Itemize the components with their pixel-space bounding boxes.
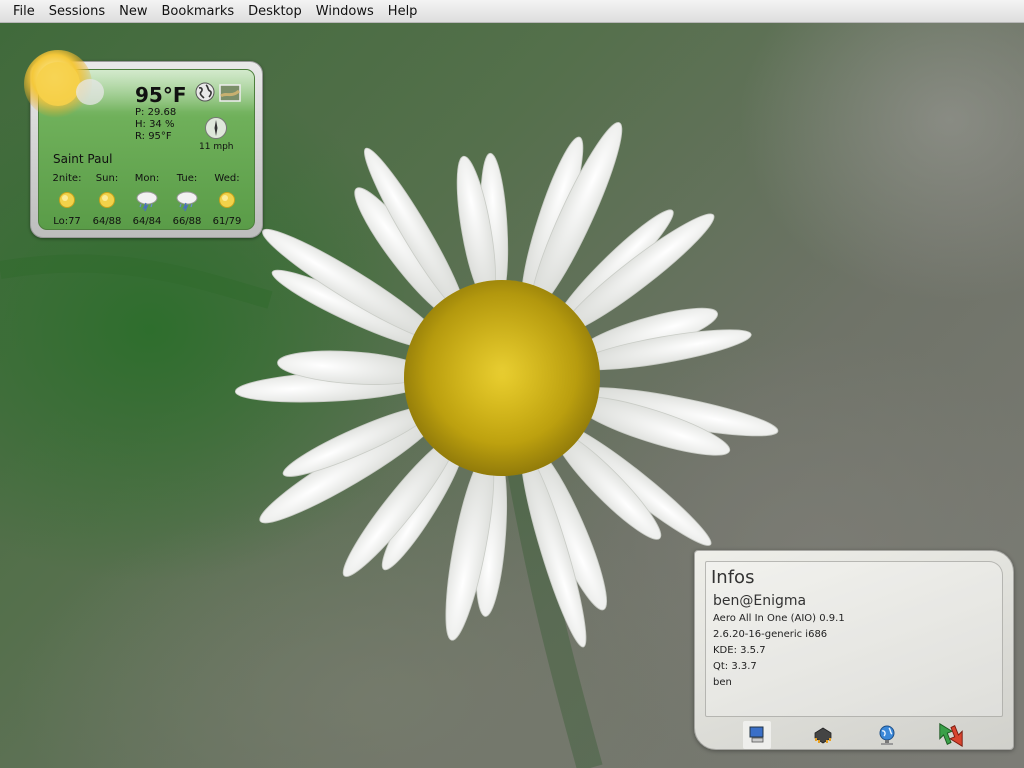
infos-user: ben@Enigma — [713, 593, 807, 609]
computer-icon — [749, 726, 764, 743]
menu-file[interactable]: File — [6, 0, 42, 23]
forecast-day: Wed: 61/79 — [207, 173, 247, 227]
menu-new[interactable]: New — [112, 0, 154, 23]
forecast-day-name: Wed: — [214, 173, 240, 184]
network-globe-icon — [879, 725, 895, 745]
forecast-row: 2nite: Lo:77 Sun: 64/88 Mon: 64/84 Tue: … — [47, 173, 251, 228]
infos-qt-version: Qt: 3.3.7 — [713, 661, 757, 672]
forecast-range: 66/88 — [172, 216, 202, 227]
menu-sessions[interactable]: Sessions — [42, 0, 112, 23]
infos-title: Infos — [711, 567, 755, 588]
thunderstorm-icon — [176, 191, 198, 212]
system-info-widget[interactable]: Infos ben@Enigma Aero All In One (AIO) 0… — [694, 550, 1014, 750]
current-temperature: 95°F — [135, 83, 187, 107]
chip-icon — [814, 727, 832, 744]
sun-icon — [59, 192, 75, 208]
globe-icon[interactable] — [195, 82, 215, 102]
forecast-range: 61/79 — [212, 216, 242, 227]
humidity-reading: H: 34 % — [135, 119, 175, 130]
sun-icon — [99, 192, 115, 208]
forecast-range: 64/84 — [132, 216, 162, 227]
transfer-button[interactable] — [937, 721, 965, 749]
forecast-range: 64/88 — [92, 216, 122, 227]
pressure-reading: P: 29.68 — [135, 107, 177, 118]
menu-desktop[interactable]: Desktop — [241, 0, 309, 23]
network-button[interactable] — [873, 721, 901, 749]
menu-help[interactable]: Help — [381, 0, 425, 23]
computer-button[interactable] — [743, 721, 771, 749]
forecast-day-name: Sun: — [95, 173, 119, 184]
forecast-day-name: Mon: — [134, 173, 160, 184]
hardware-button[interactable] — [809, 721, 837, 749]
city-name: Saint Paul — [53, 152, 113, 166]
infos-username: ben — [713, 677, 732, 688]
transfer-arrows-icon — [939, 722, 963, 748]
forecast-day: Sun: 64/88 — [87, 173, 127, 227]
infos-kernel: 2.6.20-16-generic i686 — [713, 629, 828, 640]
menu-bookmarks[interactable]: Bookmarks — [155, 0, 242, 23]
forecast-day: Tue: 66/88 — [167, 173, 207, 227]
forecast-day: Mon: 64/84 — [127, 173, 167, 227]
top-menu-bar: File Sessions New Bookmarks Desktop Wind… — [0, 0, 1024, 23]
current-condition-sun-icon — [24, 50, 104, 118]
infos-toolbar — [695, 717, 1013, 750]
thunderstorm-icon — [136, 191, 158, 212]
wind-speed: 11 mph — [199, 142, 234, 152]
forecast-day-name: 2nite: — [52, 173, 82, 184]
forecast-day: 2nite: Lo:77 — [47, 173, 87, 227]
menu-windows[interactable]: Windows — [309, 0, 381, 23]
wind-direction-icon — [205, 117, 227, 139]
real-feel-reading: R: 95°F — [135, 131, 172, 142]
forecast-range: Lo:77 — [53, 216, 81, 227]
sun-icon — [219, 192, 235, 208]
infos-distro: Aero All In One (AIO) 0.9.1 — [713, 613, 845, 624]
radar-map-icon[interactable] — [219, 84, 241, 102]
forecast-day-name: Tue: — [176, 173, 198, 184]
infos-kde-version: KDE: 3.5.7 — [713, 645, 766, 656]
